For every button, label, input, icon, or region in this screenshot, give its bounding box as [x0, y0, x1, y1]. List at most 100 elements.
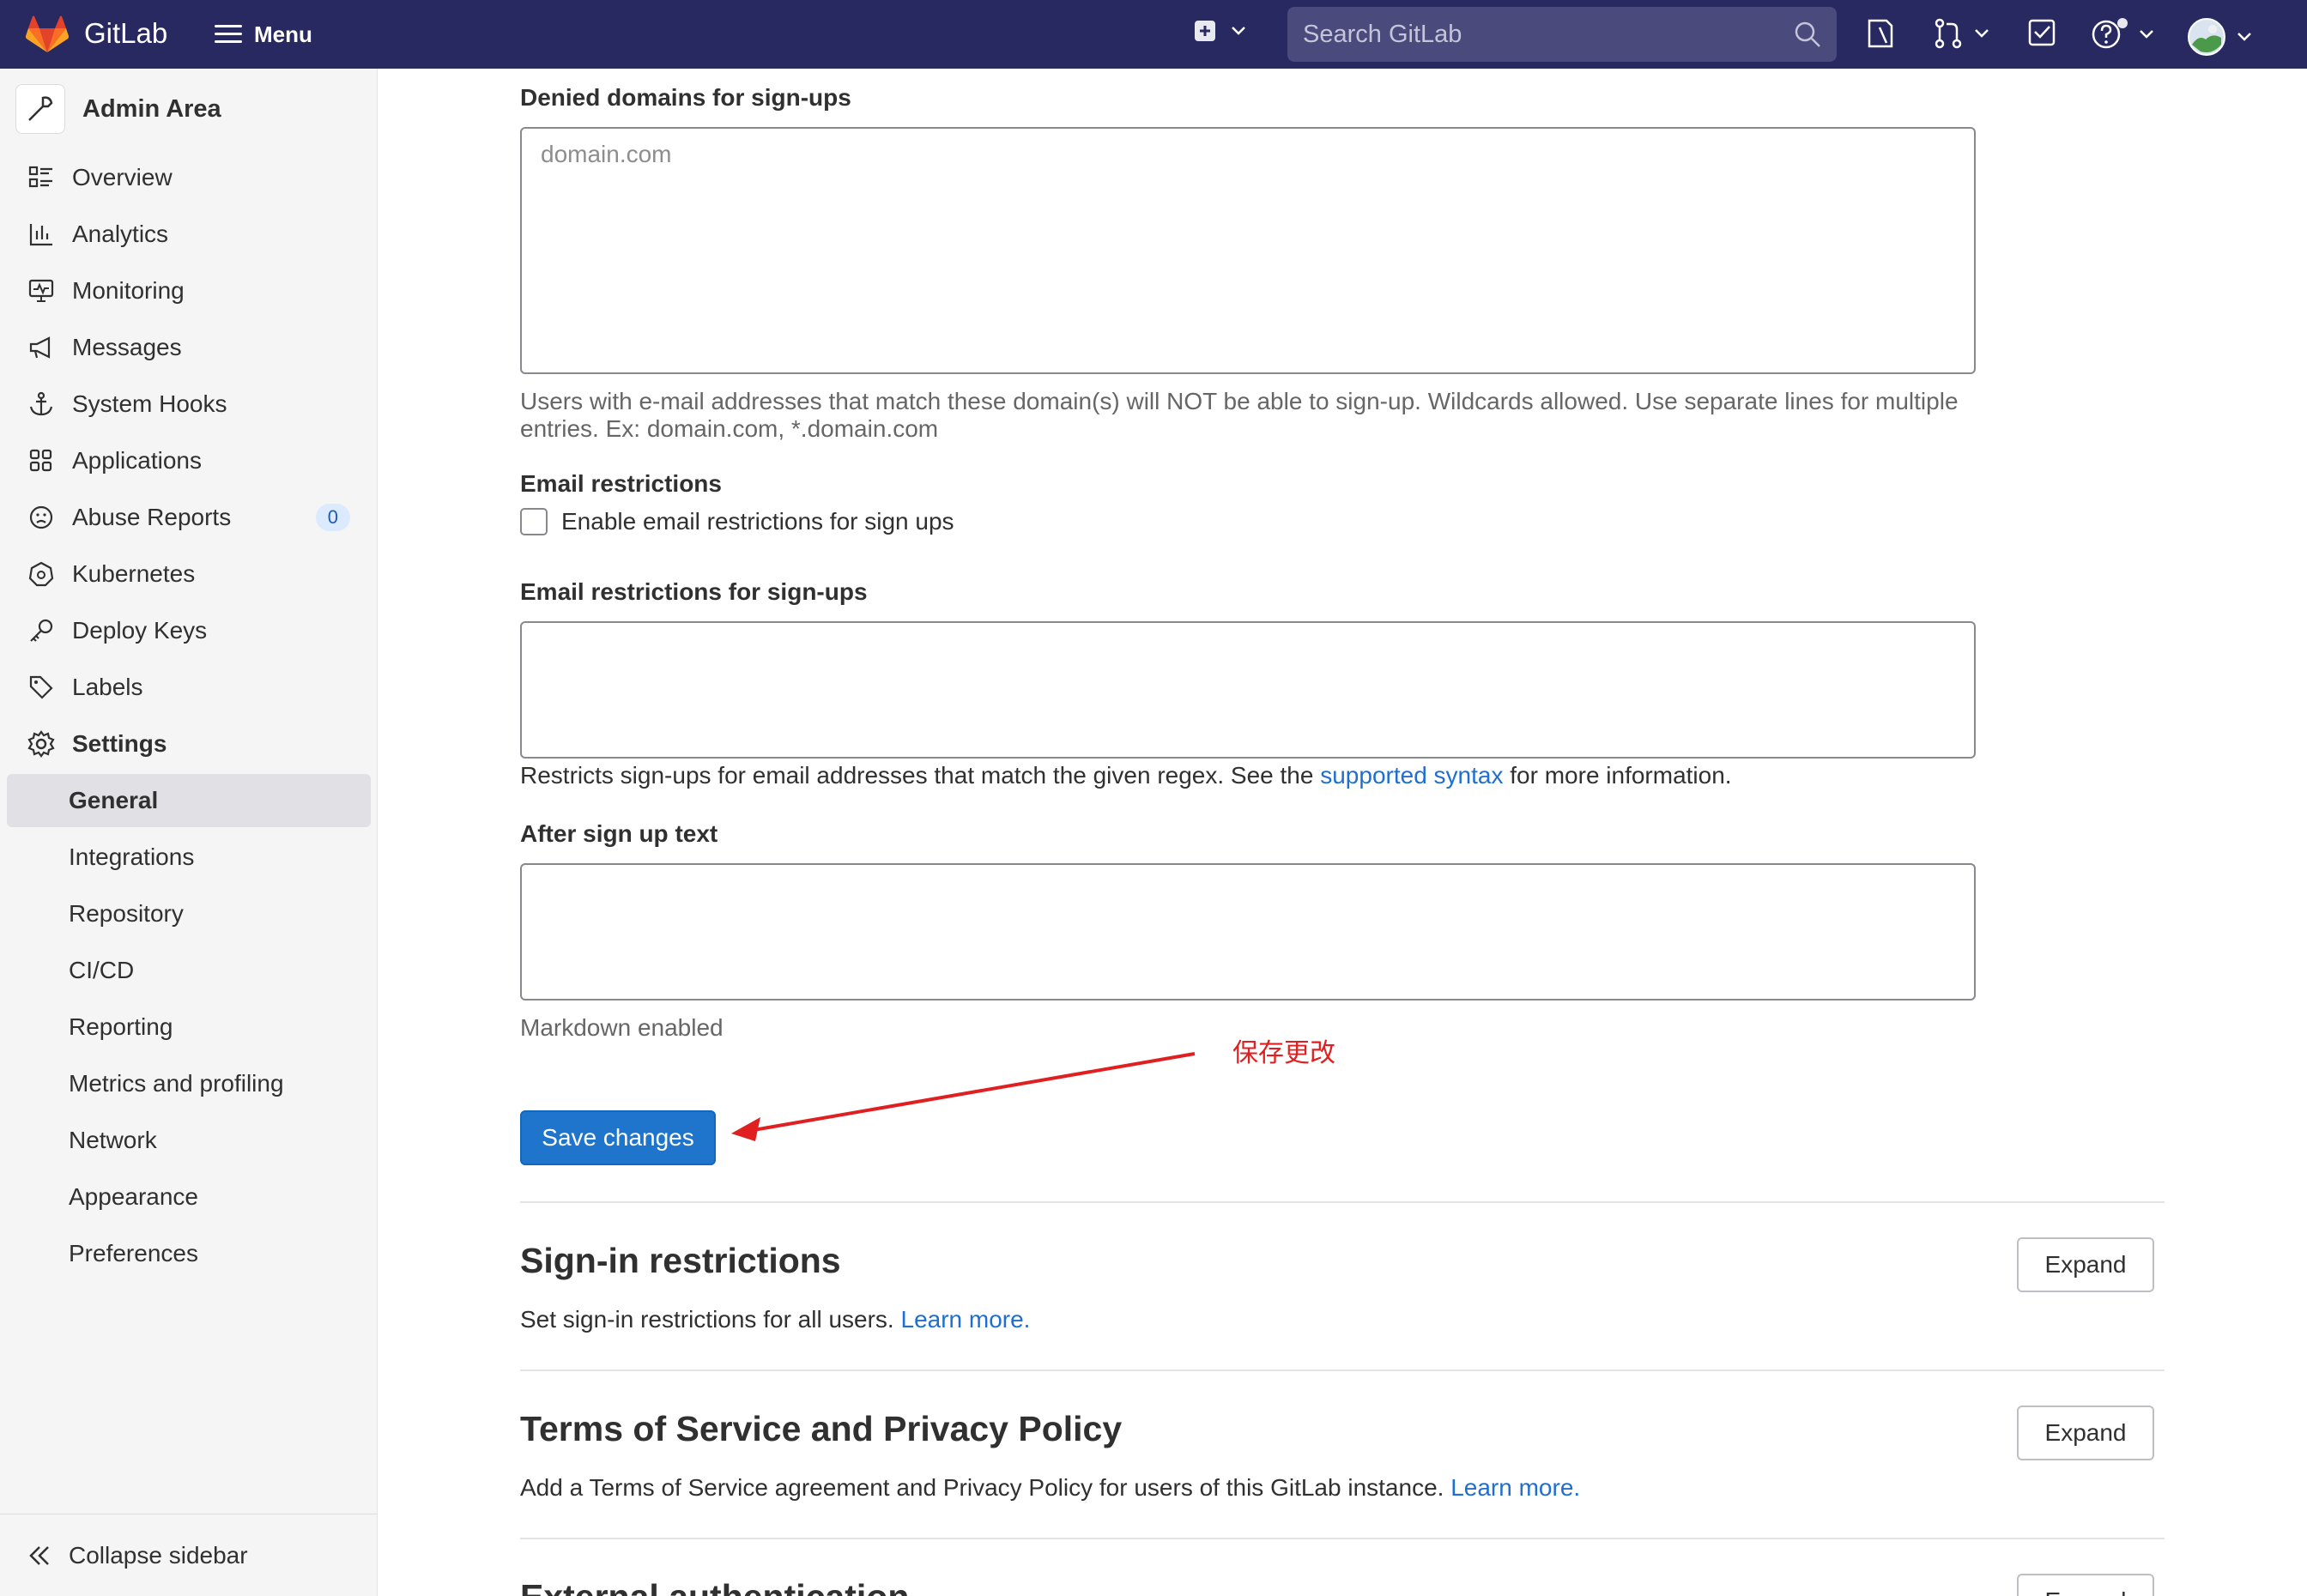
double-chevron-left-icon: [29, 1545, 49, 1565]
sidebar-item-overview[interactable]: Overview: [7, 151, 371, 204]
learn-more-link[interactable]: Learn more.: [901, 1306, 1031, 1333]
key-icon: [26, 615, 57, 646]
denied-domains-label: Denied domains for sign-ups: [520, 84, 851, 111]
sidebar-item-deploy-keys[interactable]: Deploy Keys: [7, 604, 371, 657]
search-icon[interactable]: [1794, 21, 1821, 48]
merge-requests-nav-button[interactable]: [1933, 17, 1989, 50]
sidebar-item-monitoring[interactable]: Monitoring: [7, 264, 371, 317]
email-restrictions-signups-label: Email restrictions for sign-ups: [520, 578, 868, 605]
megaphone-icon: [26, 332, 57, 363]
sidebar-subitem-reporting[interactable]: Reporting: [7, 1001, 371, 1054]
sidebar-item-label: Labels: [72, 674, 143, 700]
sidebar-subitem-appearance[interactable]: Appearance: [7, 1170, 371, 1224]
sidebar-item-system-hooks[interactable]: System Hooks: [7, 378, 371, 431]
abuse-icon: [26, 502, 57, 533]
search-box[interactable]: [1287, 7, 1837, 62]
email-restrictions-checkbox-label[interactable]: Enable email restrictions for sign ups: [561, 508, 954, 535]
analytics-icon: [26, 219, 57, 250]
email-restrictions-help-text-end: for more information.: [1503, 762, 1732, 789]
sidebar-title: Admin Area: [82, 94, 221, 123]
anchor-icon: [26, 389, 57, 420]
admin-wrench-icon: [15, 84, 65, 134]
sidebar-subitem-label: Preferences: [69, 1240, 198, 1267]
sidebar-item-labels[interactable]: Labels: [7, 661, 371, 714]
sidebar-item-label: Deploy Keys: [72, 617, 208, 644]
settings-icon: [26, 728, 57, 759]
sidebar-subitem-network[interactable]: Network: [7, 1114, 371, 1167]
applications-icon: [26, 445, 57, 476]
sign-in-restrictions-expand-button[interactable]: Expand: [2017, 1237, 2154, 1292]
email-restrictions-checkbox[interactable]: [520, 508, 548, 535]
collapse-sidebar-button[interactable]: Collapse sidebar: [0, 1514, 378, 1596]
sidebar-subitem-label: General: [69, 787, 159, 813]
annotation-text: 保存更改: [1232, 1038, 1335, 1068]
sidebar-item-label: System Hooks: [72, 390, 227, 417]
sidebar-subitem-ci-cd[interactable]: CI/CD: [7, 944, 371, 997]
sidebar-item-label: Overview: [72, 164, 173, 190]
section-divider: [520, 1201, 2165, 1203]
chevron-down-icon: [2140, 30, 2153, 39]
sidebar-subitem-label: Reporting: [69, 1013, 173, 1040]
email-restrictions-help: Restricts sign-ups for email addresses t…: [520, 762, 1979, 789]
sidebar-subitem-label: Network: [69, 1127, 157, 1153]
sidebar-header[interactable]: Admin Area: [15, 84, 221, 134]
sidebar-subitem-label: Repository: [69, 900, 184, 927]
after-sign-up-textarea[interactable]: [520, 863, 1976, 1001]
after-sign-up-label: After sign up text: [520, 820, 718, 847]
sidebar-item-abuse-reports[interactable]: Abuse Reports 0: [7, 491, 371, 544]
todo-icon: [2028, 19, 2056, 46]
denied-domains-textarea[interactable]: [520, 127, 1976, 374]
sidebar-subitem-general[interactable]: General: [7, 774, 371, 827]
sidebar-subitem-label: Appearance: [69, 1183, 199, 1210]
sidebar-item-label: Monitoring: [72, 277, 185, 304]
sign-in-restrictions-desc-text: Set sign-in restrictions for all users.: [520, 1306, 901, 1333]
email-restrictions-checkbox-row[interactable]: Enable email restrictions for sign ups: [520, 508, 954, 535]
sidebar-subitem-label: Metrics and profiling: [69, 1070, 284, 1097]
help-nav-button[interactable]: [2091, 17, 2154, 51]
terms-of-service-expand-button[interactable]: Expand: [2017, 1406, 2154, 1460]
sidebar-item-settings[interactable]: Settings: [7, 717, 371, 771]
sidebar-item-label: Settings: [72, 730, 167, 757]
issues-nav-button[interactable]: [1866, 17, 1895, 50]
sign-in-restrictions-title: Sign-in restrictions: [520, 1241, 841, 1280]
external-authentication-expand-button[interactable]: Expand: [2017, 1574, 2154, 1596]
chevron-down-icon: [2237, 33, 2251, 41]
create-new-button[interactable]: [1193, 19, 1246, 43]
issues-icon: [1868, 19, 1893, 48]
monitor-icon: [26, 275, 57, 306]
plus-square-icon: [1195, 21, 1215, 41]
learn-more-link[interactable]: Learn more.: [1450, 1474, 1580, 1501]
sidebar-item-kubernetes[interactable]: Kubernetes: [7, 547, 371, 601]
search-input[interactable]: [1303, 20, 1783, 49]
sidebar-subitem-metrics[interactable]: Metrics and profiling: [7, 1057, 371, 1110]
sidebar-item-applications[interactable]: Applications: [7, 434, 371, 487]
sidebar-subitem-integrations[interactable]: Integrations: [7, 831, 371, 884]
hamburger-icon: [215, 25, 242, 44]
sidebar-item-label: Messages: [72, 334, 182, 360]
abuse-reports-count-badge: 0: [315, 504, 350, 531]
menu-button[interactable]: Menu: [215, 17, 312, 51]
sidebar-item-analytics[interactable]: Analytics: [7, 208, 371, 261]
sidebar-item-label: Applications: [72, 447, 202, 474]
supported-syntax-link[interactable]: supported syntax: [1320, 762, 1503, 789]
brand-name[interactable]: GitLab: [84, 17, 167, 50]
todos-nav-button[interactable]: [2027, 17, 2056, 48]
label-icon: [26, 672, 57, 703]
section-divider: [520, 1538, 2165, 1539]
sidebar-subitem-preferences[interactable]: Preferences: [7, 1227, 371, 1280]
sidebar-subitem-label: Integrations: [69, 843, 195, 870]
chevron-down-icon: [1232, 27, 1245, 35]
sidebar-subitem-repository[interactable]: Repository: [7, 887, 371, 940]
gitlab-logo-icon[interactable]: [26, 15, 69, 53]
terms-of-service-desc: Add a Terms of Service agreement and Pri…: [520, 1474, 1580, 1502]
merge-request-icon: [1935, 18, 1962, 49]
email-restrictions-label: Email restrictions: [520, 470, 722, 497]
kubernetes-icon: [26, 559, 57, 589]
user-menu-button[interactable]: [2187, 17, 2252, 57]
sidebar-item-messages[interactable]: Messages: [7, 321, 371, 374]
email-restrictions-textarea[interactable]: [520, 621, 1976, 759]
top-navbar: GitLab Menu: [0, 0, 2307, 69]
terms-of-service-title: Terms of Service and Privacy Policy: [520, 1409, 1123, 1448]
chevron-down-icon: [1975, 29, 1989, 38]
save-changes-button[interactable]: Save changes: [520, 1110, 716, 1165]
